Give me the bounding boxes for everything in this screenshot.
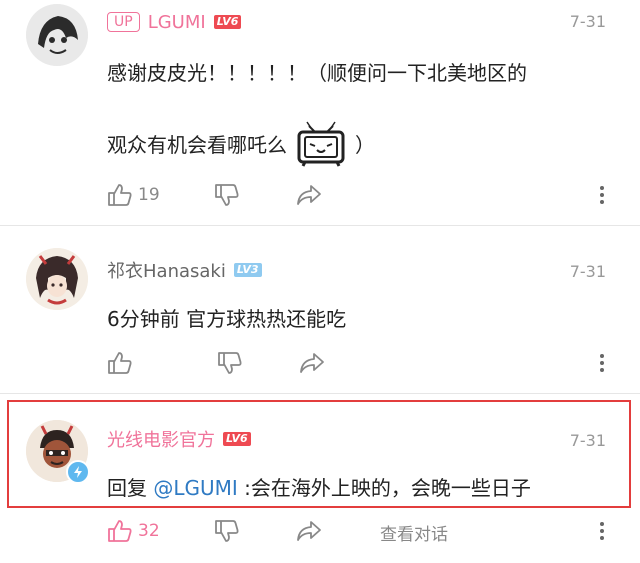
comment-actions: 32: [107, 516, 322, 546]
avatar[interactable]: [26, 420, 90, 484]
level-badge: LV3: [233, 263, 262, 277]
verified-bolt-icon: [66, 460, 90, 484]
comment-date: 7-31: [569, 262, 606, 281]
like-button[interactable]: 32: [107, 519, 160, 543]
thumbs-down-icon: [218, 352, 242, 374]
share-arrow-icon: [296, 521, 321, 541]
thumbs-up-icon: [108, 352, 132, 374]
reply-prefix: 回复: [107, 476, 154, 500]
bilibili-tv-emote-icon: [293, 120, 349, 173]
like-button[interactable]: 19: [107, 183, 160, 207]
comment-header: UP LGUMI LV6: [107, 9, 242, 35]
dislike-button[interactable]: [217, 351, 243, 375]
comment-text-line-1: 感谢皮皮光！！！！！（顺便问一下北美地区的: [107, 61, 527, 85]
level-badge: LV6: [223, 432, 251, 446]
view-replies-link[interactable]: 查看对话: [380, 520, 448, 545]
up-badge: UP: [107, 12, 140, 32]
comment-text-line-2-end: ）: [355, 133, 375, 157]
avatar[interactable]: [26, 248, 88, 310]
reply-text: :会在海外上映的，会晚一些日子: [237, 476, 531, 500]
thumbs-up-icon: [108, 520, 132, 542]
comment-actions: [107, 348, 325, 378]
comment-date: 7-31: [569, 12, 606, 31]
comment-2: 祁衣Hanasaki LV3 7-31 6分钟前 官方球热热还能吃: [0, 226, 640, 396]
username[interactable]: LGUMI: [148, 12, 206, 33]
dislike-button[interactable]: [214, 519, 240, 543]
share-button[interactable]: [296, 520, 322, 542]
share-button[interactable]: [299, 352, 325, 374]
like-count: 32: [138, 521, 160, 541]
mention-link[interactable]: @LGUMI: [153, 476, 237, 500]
comment-text-line-2: 观众有机会看哪吒么 ）: [107, 120, 375, 173]
username[interactable]: 光线电影官方: [107, 426, 215, 452]
like-button[interactable]: [107, 351, 133, 375]
thumbs-down-icon: [214, 184, 239, 206]
username[interactable]: 祁衣Hanasaki: [107, 257, 226, 283]
comment-1: UP LGUMI LV6 7-31 感谢皮皮光！！！！！（顺便问一下北美地区的 …: [0, 0, 640, 225]
avatar-image: [26, 248, 88, 310]
comment-3: 光线电影官方 LV6 7-31 回复 @LGUMI :会在海外上映的，会晚一些日…: [0, 394, 640, 563]
thumbs-up-icon: [108, 184, 132, 206]
comment-text: 回复 @LGUMI :会在海外上映的，会晚一些日子: [107, 472, 531, 501]
comment-text: 6分钟前 官方球热热还能吃: [107, 307, 347, 331]
comment-actions: 19: [107, 180, 322, 210]
like-count: 19: [138, 185, 160, 205]
avatar-image: [26, 4, 88, 66]
comment-text-line-2-start: 观众有机会看哪吒么: [107, 133, 287, 157]
more-vertical-icon[interactable]: [600, 183, 604, 207]
comment-date: 7-31: [569, 431, 606, 450]
share-arrow-icon: [296, 185, 321, 205]
thumbs-down-icon: [214, 520, 239, 542]
comment-header: 光线电影官方 LV6: [107, 426, 251, 452]
share-arrow-icon: [300, 353, 324, 373]
more-vertical-icon[interactable]: [600, 351, 604, 375]
avatar[interactable]: [26, 4, 88, 66]
comment-header: 祁衣Hanasaki LV3: [107, 257, 262, 283]
share-button[interactable]: [296, 184, 322, 206]
level-badge: LV6: [213, 15, 242, 29]
dislike-button[interactable]: [214, 183, 240, 207]
more-vertical-icon[interactable]: [600, 519, 604, 543]
